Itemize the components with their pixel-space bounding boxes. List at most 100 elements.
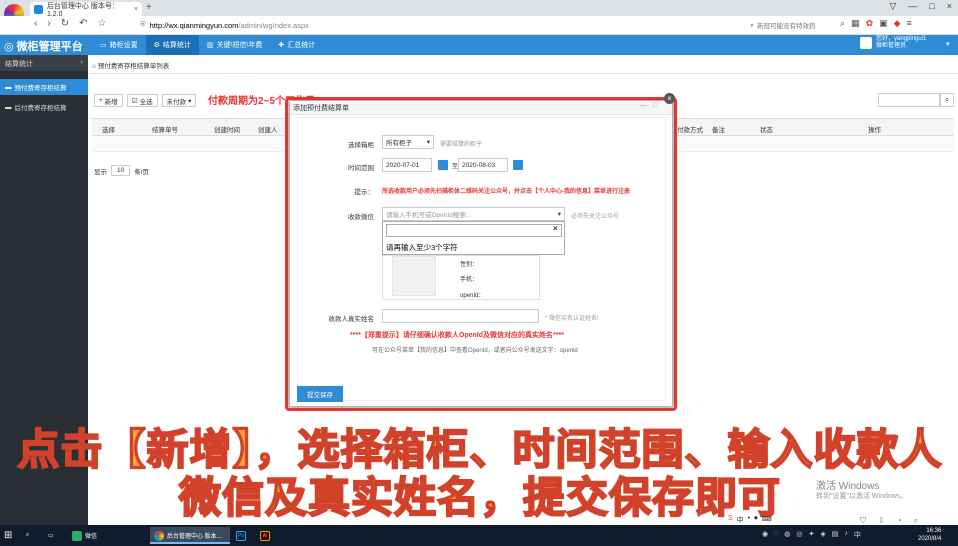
forward-icon[interactable]: › <box>47 18 50 29</box>
page-size-select[interactable]: 10 <box>111 165 131 176</box>
taskbar-label: 后台管理中心 版本... <box>167 534 222 540</box>
ime-indicator[interactable]: 中 <box>854 530 861 540</box>
ime-mode[interactable]: 中 <box>737 515 744 525</box>
close-icon[interactable]: × <box>553 224 558 233</box>
sidebar-item-postpaid[interactable]: ▬ 后付费寄存柜结算 <box>0 99 88 115</box>
site-info-icon[interactable]: ⛨ <box>140 20 146 30</box>
taskbar-illustrator[interactable]: Ai <box>260 527 270 544</box>
date-from-input[interactable]: 2020-07-01 <box>382 158 432 172</box>
minimize-icon[interactable]: — <box>908 1 917 12</box>
maximize-icon[interactable]: □ <box>929 1 934 12</box>
ime-toolbar: S 中 • ⏺ ⌨ <box>728 515 772 525</box>
network-icon[interactable]: ▤ <box>832 530 839 540</box>
search-icon[interactable]: ⌕ <box>840 18 845 29</box>
column-header: 备注 <box>712 127 725 134</box>
task-view-icon[interactable]: ▭ <box>48 527 54 544</box>
app-logo-icon: ◎ <box>4 40 14 53</box>
extension-icon[interactable]: ✿ <box>866 18 874 29</box>
taskbar-clock[interactable]: 16:36 2020/8/4 <box>918 527 941 543</box>
illustrator-icon: Ai <box>260 530 270 541</box>
browser-tab-bar <box>0 0 958 16</box>
column-header: 操作 <box>868 127 881 134</box>
menu-settlement[interactable]: ⚙ 结算统计 <box>145 35 199 55</box>
chevron-down-icon[interactable]: ▾ <box>946 40 950 48</box>
column-header: 付款方式 <box>677 127 703 134</box>
status-filter-select[interactable]: 未付款 ▾ <box>161 94 197 107</box>
menu-cabinet-settings[interactable]: ▭ 箱柜设置 <box>92 35 146 55</box>
dialog-title: 添加预付费结算单 <box>293 105 349 112</box>
dialog-close-icon[interactable]: × <box>664 93 675 104</box>
sogou-icon[interactable]: S <box>728 515 733 525</box>
user-menu[interactable]: 您好，yangpingui1 微柜管理员 <box>860 36 926 50</box>
tray-app-icon[interactable]: ◈ <box>820 530 825 540</box>
calendar-icon[interactable] <box>438 160 448 170</box>
url-field[interactable]: ⛨ http://wx.qianmingyun.com /admin/wgInd… <box>140 18 740 32</box>
list-search-input[interactable] <box>878 93 940 107</box>
maximize-icon[interactable]: □ <box>653 102 657 109</box>
window-controls: ▽ — □ × <box>889 1 952 12</box>
star-icon[interactable]: ☆ <box>97 18 106 29</box>
taskbar-wechat[interactable]: 微信 <box>72 527 97 544</box>
close-window-icon[interactable]: × <box>947 1 952 12</box>
tray-app-icon[interactable]: ◎ <box>796 530 802 540</box>
dropdown-search-input[interactable] <box>386 224 562 237</box>
mic-icon[interactable]: ⏺ <box>754 515 758 525</box>
menu-summary[interactable]: ✚ 汇总统计 <box>270 35 323 55</box>
grid-icon[interactable]: ▦ <box>851 18 860 29</box>
select-all-label: 全选 <box>139 98 153 106</box>
search-icon[interactable]: ⌕ <box>940 93 954 107</box>
tray-app-icon[interactable]: ◉ <box>762 530 768 540</box>
browser-search-input[interactable]: ● 新冠可能没有特效药 <box>750 18 830 32</box>
add-button[interactable]: + 新增 <box>94 94 123 107</box>
taskbar-photoshop[interactable]: Ps <box>236 527 246 544</box>
divider <box>88 73 958 74</box>
calendar-icon[interactable] <box>513 160 523 170</box>
menu-icon[interactable]: ≡ <box>907 18 912 29</box>
wechat-label: 收款微信 <box>348 214 374 221</box>
tray-app-icon[interactable]: ◍ <box>784 530 790 540</box>
submit-save-button[interactable]: 提交保存 <box>297 386 343 402</box>
keyboard-icon[interactable]: ⌨ <box>762 515 772 525</box>
volume-icon[interactable]: ♪ <box>844 530 848 540</box>
undo-icon[interactable]: ↶ <box>79 18 87 29</box>
avatar <box>860 37 872 49</box>
tab-favicon-icon <box>34 4 43 14</box>
sidebar-title[interactable]: 结算统计 ‹ <box>0 55 88 71</box>
column-header: 创建时间 <box>214 127 240 134</box>
sidebar-item-prepaid[interactable]: ▬ 预付费寄存柜结算 <box>0 79 88 95</box>
top-menu: ▭ 箱柜设置 ⚙ 结算统计 ▥ 关键\短信\年费 ✚ 汇总统计 <box>92 35 323 55</box>
new-tab-button[interactable]: + <box>146 2 152 13</box>
app-title: 微柜管理平台 <box>16 41 83 53</box>
select-all-button[interactable]: ☑ 全选 <box>126 94 158 107</box>
wechat-hint: 必须先关注公众号 <box>571 214 620 220</box>
cabinet-select[interactable]: 所有柜子 ▾ <box>382 135 434 149</box>
browser-tab[interactable]: 后台管理中心 版本号：1.2.0 × <box>30 2 142 18</box>
minimize-menu-icon[interactable]: ▽ <box>889 1 896 12</box>
realname-input[interactable] <box>382 309 539 323</box>
image-icon[interactable]: ▣ <box>879 18 888 29</box>
wechat-search-select[interactable]: 请输入手机号或OpenId搜索... ▾ <box>382 207 565 221</box>
reload-icon[interactable]: ↻ <box>61 18 69 29</box>
tab-close-icon[interactable]: × <box>134 6 138 13</box>
notice-label: 提示： <box>354 189 375 196</box>
url-path: /admin/wgIndex.aspx <box>238 20 309 30</box>
tray-app-icon[interactable]: ✦ <box>809 530 815 540</box>
minimize-icon[interactable]: — <box>640 102 647 109</box>
search-engine-icon: ● <box>750 21 754 29</box>
column-header: 创建人 <box>258 127 278 134</box>
tray-app-icon[interactable]: ◌ <box>774 530 778 540</box>
game-icon[interactable]: ◆ <box>894 18 901 29</box>
url-domain: http://wx.qianmingyun.com <box>149 20 239 30</box>
back-icon[interactable]: ‹ <box>34 18 37 29</box>
punctuation-icon[interactable]: • <box>748 515 750 525</box>
menu-sms-fees[interactable]: ▥ 关键\短信\年费 <box>199 35 271 55</box>
pager-suffix: 条/页 <box>134 168 150 176</box>
taskbar-browser[interactable]: 后台管理中心 版本... <box>154 527 222 544</box>
search-icon[interactable]: ⌕ <box>26 527 29 544</box>
info-phone: 手机： <box>460 277 479 283</box>
start-button[interactable]: ⊞ <box>4 527 12 544</box>
realname-hint: * 微信实名认证姓名! <box>545 316 599 322</box>
taskbar-label: 微信 <box>85 534 98 540</box>
nav-buttons: ‹ › ↻ ↶ ☆ <box>34 18 106 29</box>
date-to-input[interactable]: 2020-08-03 <box>458 158 508 172</box>
